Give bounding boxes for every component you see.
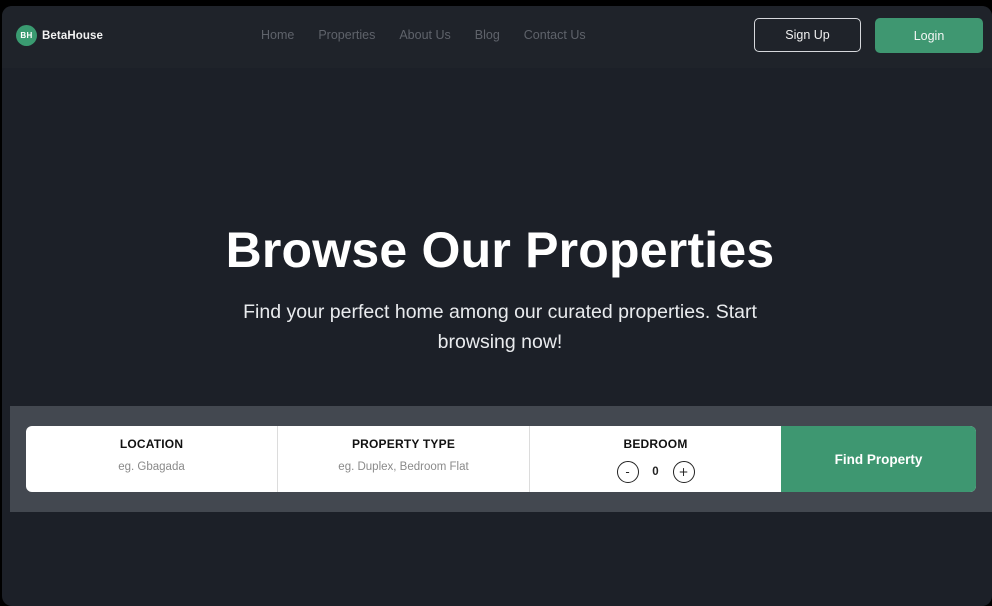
bedroom-decrement-button[interactable]: - — [616, 461, 639, 483]
logo[interactable]: BH BetaHouse — [16, 25, 103, 46]
navbar: BH BetaHouse Home Properties About Us Bl… — [2, 6, 992, 68]
login-button[interactable]: Login — [875, 18, 983, 53]
location-field[interactable]: LOCATION — [26, 426, 278, 492]
nav-link-home[interactable]: Home — [261, 28, 294, 42]
property-type-field[interactable]: PROPERTY TYPE — [278, 426, 530, 492]
bedroom-stepper: - 0 + — [530, 461, 781, 483]
search-section: LOCATION PROPERTY TYPE BEDROOM - 0 + Fin… — [10, 406, 992, 512]
hero-title: Browse Our Properties — [225, 222, 775, 278]
browser-frame: BH BetaHouse Home Properties About Us Bl… — [2, 6, 992, 606]
bedroom-count: 0 — [652, 466, 659, 478]
search-form: LOCATION PROPERTY TYPE BEDROOM - 0 + Fin… — [26, 426, 976, 492]
property-type-label: PROPERTY TYPE — [351, 437, 456, 451]
sign-up-button[interactable]: Sign Up — [754, 18, 861, 52]
property-type-input[interactable] — [288, 461, 519, 473]
nav-link-about-us[interactable]: About Us — [399, 28, 450, 42]
logo-badge-icon: BH — [16, 25, 37, 46]
bedroom-label: BEDROOM — [623, 437, 688, 451]
hero-subtitle: Find your perfect home among our curated… — [243, 301, 757, 353]
nav-link-blog[interactable]: Blog — [475, 28, 500, 42]
logo-text: BetaHouse — [42, 29, 103, 42]
bedroom-increment-button[interactable]: + — [672, 461, 695, 483]
location-label: LOCATION — [119, 437, 184, 451]
find-property-button[interactable]: Find Property — [781, 426, 976, 492]
nav-link-properties[interactable]: Properties — [318, 28, 375, 42]
nav-link-contact-us[interactable]: Contact Us — [524, 28, 586, 42]
bedroom-field: BEDROOM - 0 + — [530, 426, 781, 492]
location-input[interactable] — [36, 461, 267, 473]
nav-links: Home Properties About Us Blog Contact Us — [261, 28, 610, 42]
